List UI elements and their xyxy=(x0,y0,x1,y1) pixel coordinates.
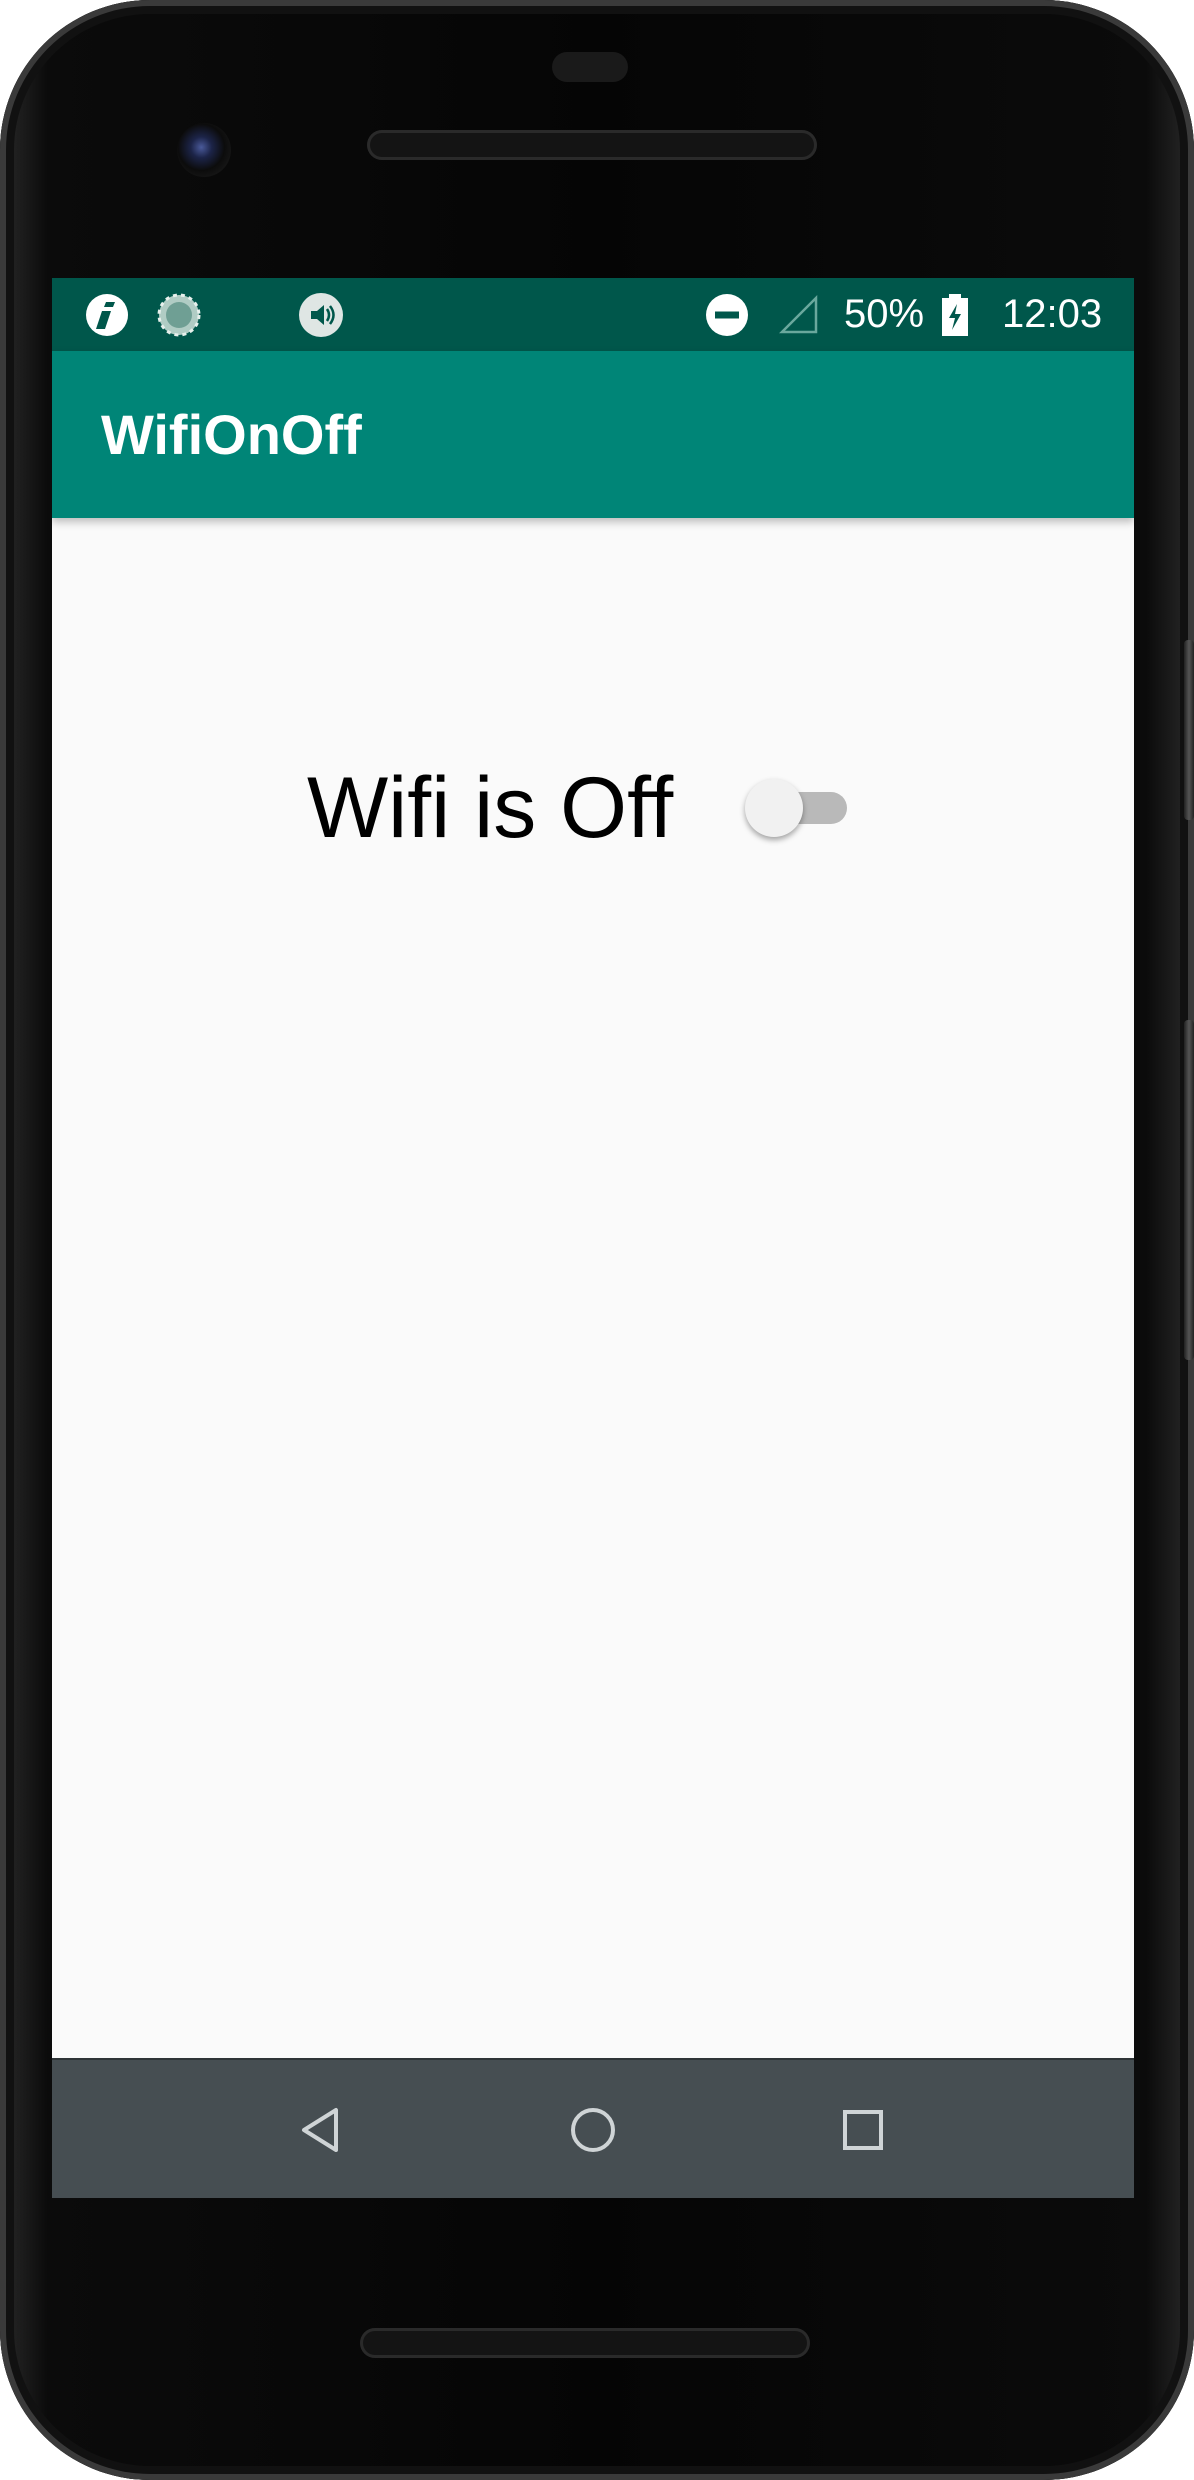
home-icon[interactable] xyxy=(563,2100,623,2160)
app-title: WifiOnOff xyxy=(101,403,362,466)
back-icon[interactable] xyxy=(292,2100,352,2160)
volume-button xyxy=(1184,1020,1194,1360)
status-bar: 50% 12:03 xyxy=(52,278,1134,351)
signal-icon xyxy=(778,294,818,334)
clock: 12:03 xyxy=(1002,292,1103,336)
power-button xyxy=(1184,640,1194,820)
loading-indicator-icon xyxy=(157,293,201,337)
info-app-icon xyxy=(86,294,128,336)
phone-frame: 50% 12:03 WifiOnOff Wifi is Off xyxy=(0,0,1194,2480)
front-camera xyxy=(177,123,231,177)
top-speaker xyxy=(367,130,817,160)
earpiece xyxy=(552,52,628,82)
screen: 50% 12:03 WifiOnOff Wifi is Off xyxy=(52,278,1134,2198)
main-content: Wifi is Off xyxy=(52,518,1134,2058)
app-bar: WifiOnOff xyxy=(52,351,1134,518)
battery-charging-icon xyxy=(942,294,968,336)
battery-percent: 50% xyxy=(844,292,925,336)
switch-thumb xyxy=(745,779,803,837)
volume-icon xyxy=(299,293,343,337)
recents-icon[interactable] xyxy=(833,2100,893,2160)
bottom-speaker xyxy=(360,2328,810,2358)
wifi-status-label: Wifi is Off xyxy=(307,760,674,856)
wifi-toggle-switch[interactable] xyxy=(745,772,855,842)
navigation-bar xyxy=(52,2058,1134,2198)
do-not-disturb-icon xyxy=(706,294,748,336)
